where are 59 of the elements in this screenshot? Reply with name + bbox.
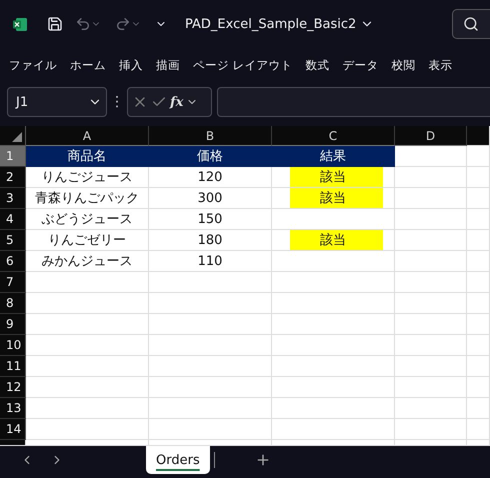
save-icon[interactable] bbox=[47, 16, 63, 32]
row-header[interactable]: 12 bbox=[0, 377, 26, 398]
row-header[interactable]: 6 bbox=[0, 251, 26, 272]
table-cell: 180 bbox=[149, 230, 272, 251]
window-title[interactable]: PAD_Excel_Sample_Basic2 bbox=[185, 16, 356, 32]
row-header[interactable] bbox=[0, 440, 26, 446]
table-cell: 150 bbox=[149, 209, 272, 230]
column-title: 価格 bbox=[149, 146, 272, 167]
sheet-tab[interactable]: Orders bbox=[146, 446, 210, 474]
search-icon[interactable] bbox=[463, 16, 479, 32]
table-cell: 110 bbox=[149, 251, 272, 272]
more-button[interactable]: ⋮ bbox=[107, 94, 127, 110]
menu-item[interactable]: ホーム bbox=[70, 58, 106, 72]
menu-item[interactable]: ページ レイアウト bbox=[193, 58, 293, 72]
table-cell: ぶどうジュース bbox=[26, 209, 149, 230]
table-cell: 120 bbox=[149, 167, 272, 188]
column-header[interactable] bbox=[467, 126, 490, 146]
row-header[interactable]: 9 bbox=[0, 314, 26, 335]
column-header[interactable]: C bbox=[272, 126, 395, 146]
excel-logo-icon bbox=[13, 16, 28, 32]
column-header[interactable]: A bbox=[26, 126, 149, 146]
table-cell: 該当 bbox=[272, 167, 395, 188]
insert-function-button[interactable]: fx bbox=[170, 94, 184, 110]
row-header[interactable]: 7 bbox=[0, 272, 26, 293]
row-header[interactable]: 3 bbox=[0, 188, 26, 209]
table-cell: 該当 bbox=[272, 188, 395, 209]
menu-item[interactable]: データ bbox=[342, 58, 379, 72]
table-cell: 該当 bbox=[272, 230, 395, 251]
table-cell: 青森りんごパック bbox=[26, 188, 149, 209]
formula-field[interactable] bbox=[217, 87, 490, 117]
row-header[interactable]: 2 bbox=[0, 167, 26, 188]
row-header[interactable]: 4 bbox=[0, 209, 26, 230]
row-header[interactable]: 1 bbox=[0, 146, 26, 167]
table-cell: りんごジュース bbox=[26, 167, 149, 188]
table-cell: りんごゼリー bbox=[26, 230, 149, 251]
row-header[interactable]: 5 bbox=[0, 230, 26, 251]
select-all-icon[interactable] bbox=[12, 132, 22, 142]
column-header[interactable]: B bbox=[149, 126, 272, 146]
name-box[interactable]: J1 bbox=[7, 87, 107, 117]
menu-item[interactable]: 数式 bbox=[306, 58, 330, 72]
menu-item[interactable]: 描画 bbox=[156, 58, 180, 72]
row-header[interactable]: 11 bbox=[0, 356, 26, 377]
table-cell: みかんジュース bbox=[26, 251, 149, 272]
redo-icon[interactable] bbox=[115, 16, 131, 32]
row-header[interactable]: 10 bbox=[0, 335, 26, 356]
menu-item[interactable]: 挿入 bbox=[119, 58, 143, 72]
menu-item[interactable]: 表示 bbox=[428, 58, 453, 72]
column-header[interactable]: D bbox=[395, 126, 467, 146]
undo-icon[interactable] bbox=[75, 16, 91, 32]
row-header[interactable]: 8 bbox=[0, 293, 26, 314]
column-title: 商品名 bbox=[26, 146, 149, 167]
menu-item[interactable]: ファイル bbox=[9, 58, 57, 72]
search-button[interactable] bbox=[452, 9, 490, 39]
row-header[interactable]: 14 bbox=[0, 419, 26, 440]
table-cell: 300 bbox=[149, 188, 272, 209]
add-sheet-icon[interactable] bbox=[254, 452, 271, 468]
column-title: 結果 bbox=[272, 146, 395, 167]
menu-item[interactable]: 校閲 bbox=[392, 58, 416, 72]
row-header[interactable]: 13 bbox=[0, 398, 26, 419]
